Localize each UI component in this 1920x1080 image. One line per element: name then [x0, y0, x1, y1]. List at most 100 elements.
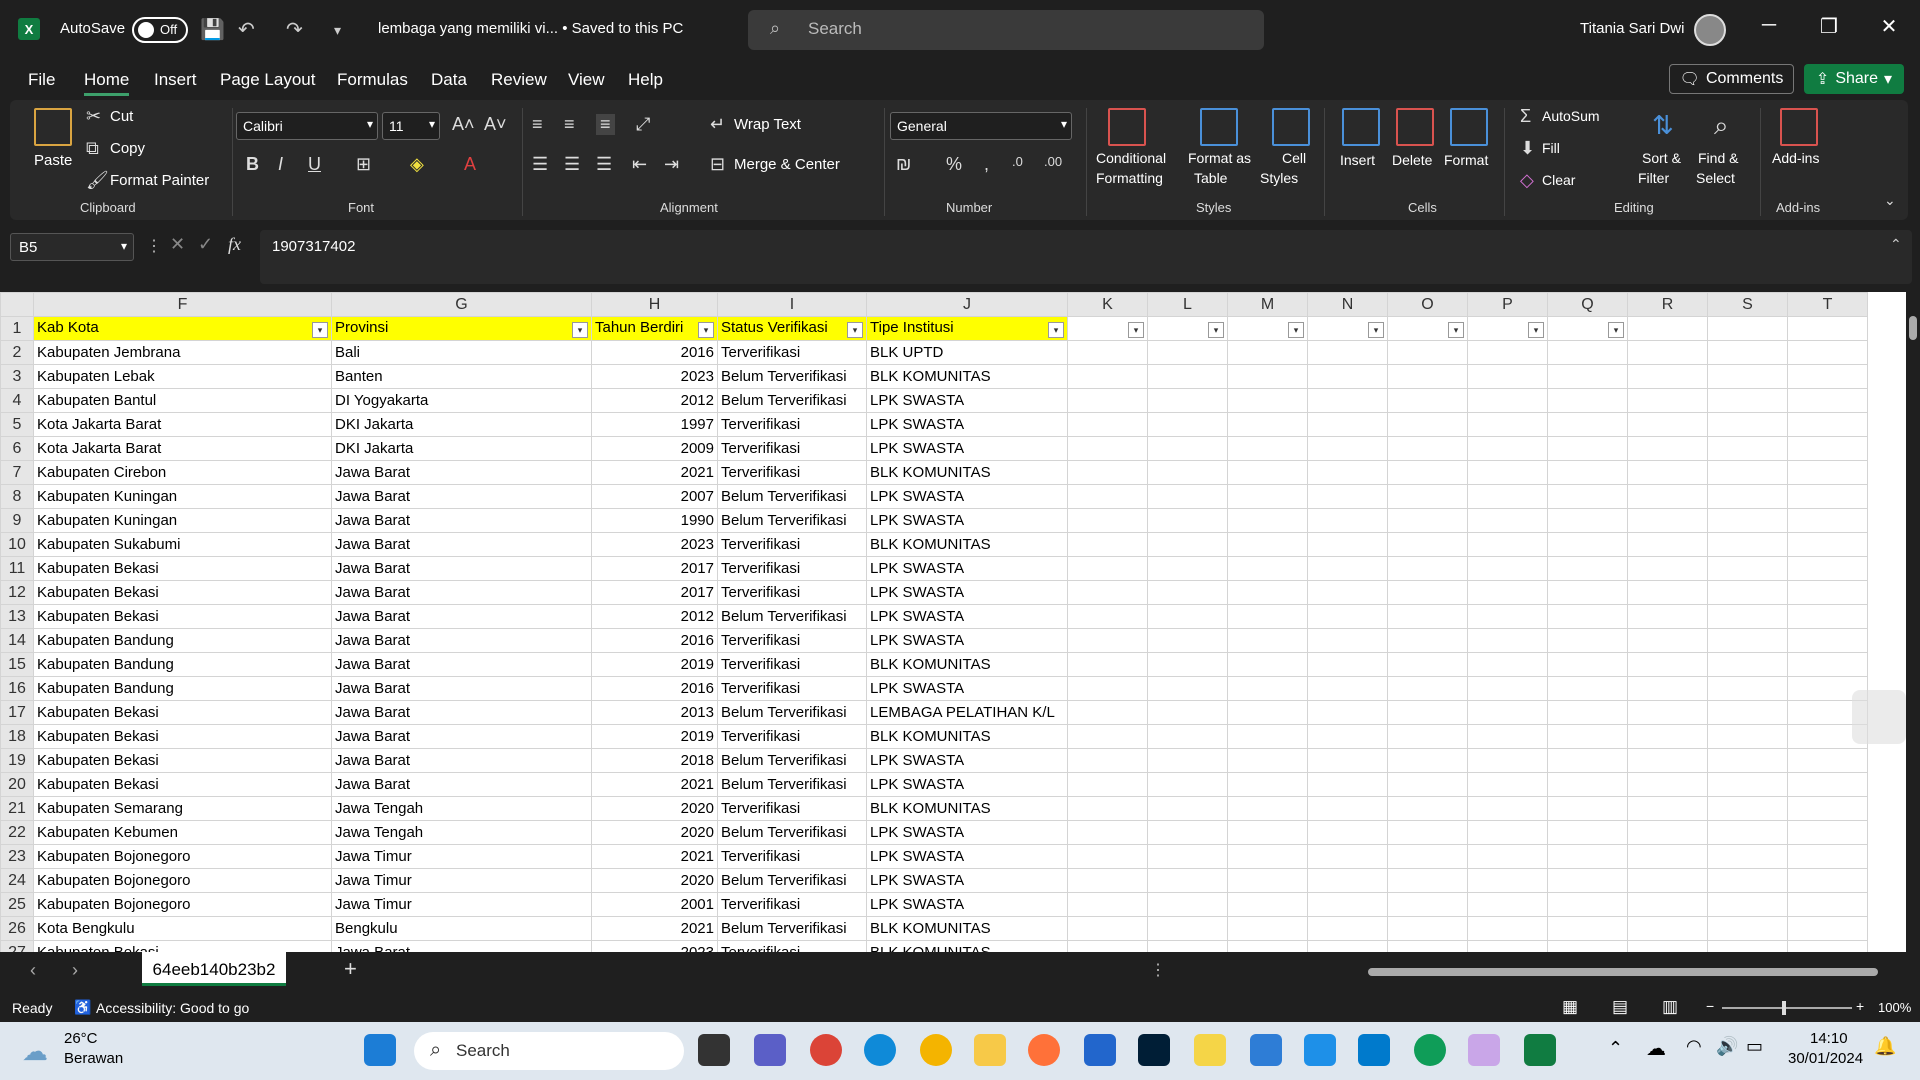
- empty-cell[interactable]: [1547, 364, 1628, 389]
- data-cell[interactable]: LPK SWASTA: [866, 844, 1068, 869]
- empty-cell[interactable]: [1467, 700, 1548, 725]
- align-right-icon[interactable]: ☰: [596, 154, 612, 175]
- data-cell[interactable]: Kabupaten Kebumen: [33, 820, 332, 845]
- empty-cell[interactable]: [1707, 916, 1788, 941]
- data-cell[interactable]: Terverifikasi: [717, 532, 867, 557]
- wifi-icon[interactable]: ◠: [1686, 1036, 1702, 1057]
- empty-cell[interactable]: ▾: [1067, 316, 1148, 341]
- add-sheet-button[interactable]: +: [344, 956, 357, 982]
- filter-dropdown-icon[interactable]: ▾: [1528, 322, 1544, 338]
- empty-cell[interactable]: [1067, 820, 1148, 845]
- data-cell[interactable]: Jawa Barat: [331, 460, 592, 485]
- sheet-tab[interactable]: 64eeb140b23b2: [142, 952, 286, 986]
- empty-cell[interactable]: [1387, 460, 1468, 485]
- align-left-icon[interactable]: ☰: [532, 154, 548, 175]
- empty-cell[interactable]: [1467, 748, 1548, 773]
- empty-cell[interactable]: [1627, 820, 1708, 845]
- empty-cell[interactable]: [1627, 940, 1708, 952]
- copy-button[interactable]: Copy: [110, 140, 145, 157]
- increase-font-icon[interactable]: A˄: [452, 114, 475, 135]
- data-cell[interactable]: LPK SWASTA: [866, 772, 1068, 797]
- empty-cell[interactable]: [1627, 340, 1708, 365]
- data-cell[interactable]: Kabupaten Bekasi: [33, 700, 332, 725]
- empty-cell[interactable]: [1547, 916, 1628, 941]
- cell-styles-button[interactable]: Cell: [1282, 150, 1306, 166]
- empty-cell[interactable]: [1467, 892, 1548, 917]
- comma-icon[interactable]: ,: [984, 154, 989, 175]
- empty-cell[interactable]: [1067, 508, 1148, 533]
- data-cell[interactable]: 2017: [591, 556, 718, 581]
- filter-dropdown-icon[interactable]: ▾: [1368, 322, 1384, 338]
- empty-cell[interactable]: [1067, 892, 1148, 917]
- empty-cell[interactable]: [1787, 604, 1868, 629]
- empty-cell[interactable]: [1227, 724, 1308, 749]
- number-format-select[interactable]: General ▾: [890, 112, 1072, 140]
- empty-cell[interactable]: [1387, 796, 1468, 821]
- empty-cell[interactable]: [1787, 460, 1868, 485]
- empty-cell[interactable]: [1147, 748, 1228, 773]
- row-header[interactable]: 22: [0, 820, 34, 845]
- task-view-icon[interactable]: [698, 1034, 730, 1066]
- autosum-icon[interactable]: Σ: [1520, 106, 1531, 127]
- empty-cell[interactable]: [1547, 772, 1628, 797]
- data-cell[interactable]: LPK SWASTA: [866, 892, 1068, 917]
- empty-cell[interactable]: [1627, 724, 1708, 749]
- paste-button[interactable]: Paste: [34, 152, 72, 169]
- data-cell[interactable]: Kabupaten Jembrana: [33, 340, 332, 365]
- data-cell[interactable]: LPK SWASTA: [866, 604, 1068, 629]
- data-cell[interactable]: 2016: [591, 676, 718, 701]
- data-cell[interactable]: Jawa Barat: [331, 508, 592, 533]
- next-sheet-icon[interactable]: ›: [72, 960, 78, 981]
- empty-cell[interactable]: [1067, 748, 1148, 773]
- column-header[interactable]: F: [33, 292, 332, 317]
- header-cell[interactable]: Provinsi ▾: [331, 316, 592, 341]
- data-cell[interactable]: Kabupaten Bekasi: [33, 940, 332, 952]
- empty-cell[interactable]: [1547, 724, 1628, 749]
- notification-bell-icon[interactable]: 🔔: [1874, 1036, 1896, 1057]
- data-cell[interactable]: Jawa Barat: [331, 772, 592, 797]
- data-cell[interactable]: BLK UPTD: [866, 340, 1068, 365]
- empty-cell[interactable]: [1787, 532, 1868, 557]
- empty-cell[interactable]: [1627, 532, 1708, 557]
- sort-filter-button[interactable]: Sort &: [1642, 150, 1681, 166]
- data-cell[interactable]: Jawa Barat: [331, 628, 592, 653]
- empty-cell[interactable]: [1707, 388, 1788, 413]
- data-cell[interactable]: Kabupaten Bekasi: [33, 580, 332, 605]
- filter-dropdown-icon[interactable]: ▾: [1208, 322, 1224, 338]
- empty-cell[interactable]: ▾: [1307, 316, 1388, 341]
- data-cell[interactable]: Jawa Timur: [331, 892, 592, 917]
- data-cell[interactable]: Terverifikasi: [717, 580, 867, 605]
- row-header[interactable]: 12: [0, 580, 34, 605]
- font-size-select[interactable]: 11 ▾: [382, 112, 440, 140]
- empty-cell[interactable]: [1627, 436, 1708, 461]
- data-cell[interactable]: Kota Jakarta Barat: [33, 412, 332, 437]
- empty-cell[interactable]: [1147, 628, 1228, 653]
- empty-cell[interactable]: [1707, 556, 1788, 581]
- empty-cell[interactable]: [1787, 412, 1868, 437]
- data-cell[interactable]: Jawa Barat: [331, 532, 592, 557]
- data-cell[interactable]: LPK SWASTA: [866, 868, 1068, 893]
- empty-cell[interactable]: [1067, 340, 1148, 365]
- empty-cell[interactable]: [1467, 604, 1548, 629]
- empty-cell[interactable]: [1707, 340, 1788, 365]
- data-cell[interactable]: LPK SWASTA: [866, 628, 1068, 653]
- empty-cell[interactable]: [1387, 604, 1468, 629]
- empty-cell[interactable]: [1147, 364, 1228, 389]
- empty-cell[interactable]: [1467, 532, 1548, 557]
- borders-icon[interactable]: ⊞: [356, 154, 371, 175]
- bold-icon[interactable]: B: [246, 154, 259, 175]
- empty-cell[interactable]: [1307, 508, 1388, 533]
- data-cell[interactable]: Bengkulu: [331, 916, 592, 941]
- empty-cell[interactable]: [1227, 772, 1308, 797]
- empty-cell[interactable]: [1467, 340, 1548, 365]
- empty-cell[interactable]: [1067, 556, 1148, 581]
- data-cell[interactable]: Kabupaten Bantul: [33, 388, 332, 413]
- data-cell[interactable]: 2009: [591, 436, 718, 461]
- row-header[interactable]: 23: [0, 844, 34, 869]
- data-cell[interactable]: Terverifikasi: [717, 676, 867, 701]
- zoom-out-icon[interactable]: −: [1706, 998, 1714, 1014]
- tab-review[interactable]: Review: [491, 70, 547, 90]
- vertical-scrollbar[interactable]: [1906, 292, 1920, 952]
- data-cell[interactable]: Kabupaten Bandung: [33, 676, 332, 701]
- data-cell[interactable]: DI Yogyakarta: [331, 388, 592, 413]
